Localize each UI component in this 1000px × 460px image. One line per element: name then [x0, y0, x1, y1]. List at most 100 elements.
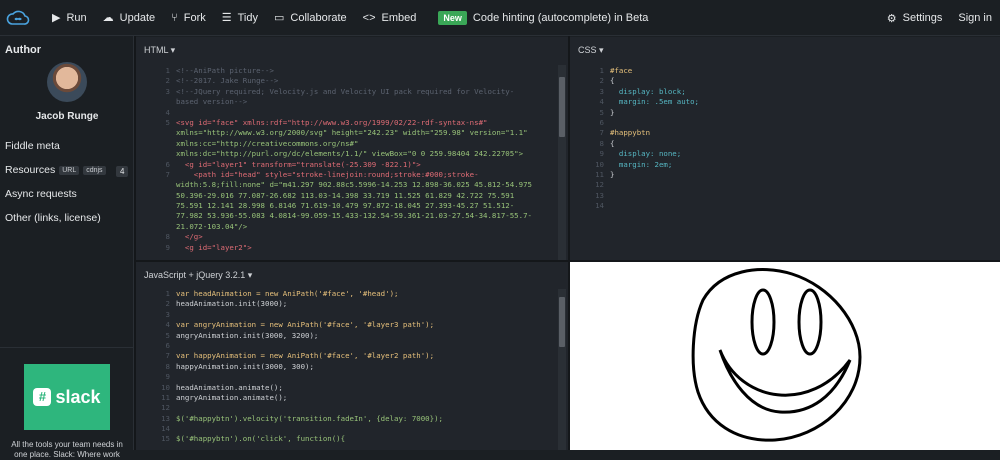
js-line-number: 2 [165, 299, 170, 309]
html-scrollbar[interactable] [558, 65, 566, 260]
sponsor-ad[interactable]: # slack All the tools your team needs in… [0, 347, 134, 459]
result-preview[interactable] [570, 262, 1000, 450]
slack-logo[interactable]: # slack [24, 364, 110, 430]
play-icon: ▶ [52, 12, 61, 24]
html-code-line: <!--JQuery required; Velocity.js and Vel… [176, 86, 515, 96]
html-code-editor[interactable]: <!--AniPath picture--> <!--2017. Jake Run… [176, 66, 556, 256]
html-line-number [136, 222, 170, 232]
sidebar-item-resources[interactable]: Resources URL cdnjs [5, 164, 106, 176]
author-heading: Author [5, 44, 42, 56]
sign-in-link[interactable]: Sign in [958, 12, 992, 24]
embed-button[interactable]: <> Embed [363, 12, 417, 24]
chat-bubble-icon: ▭ [274, 12, 285, 24]
js-editor-pane: JavaScript + jQuery 3.2.1 ▾ 1 2 3 4 5 6 7 8 9 10 1… [136, 262, 568, 450]
css-line-number: 1 [599, 66, 604, 75]
html-line-number [136, 149, 170, 159]
js-code-editor[interactable]: var headAnimation = new AniPath('#face',… [176, 289, 556, 449]
js-pane-title[interactable]: JavaScript + jQuery 3.2.1 ▾ [136, 262, 568, 286]
js-code-line: var happyAnimation = new AniPath('#face'… [176, 351, 435, 361]
js-line-number: 7 [165, 351, 170, 361]
run-button[interactable]: ▶ Run [52, 11, 87, 25]
cdnjs-chip: cdnjs [83, 165, 106, 175]
css-code-line: display: none; [610, 149, 682, 159]
js-line-number: 6 [165, 340, 170, 350]
sidebar-item-async-requests[interactable]: Async requests [5, 188, 77, 200]
html-code-line: <path id="head" style="stroke-linejoin:r… [176, 169, 479, 179]
html-code-line: </g> [176, 232, 203, 242]
html-code-line: based version--> [176, 97, 248, 107]
html-line-number: 9 [165, 242, 170, 252]
code-brackets-icon: <> [362, 11, 376, 24]
html-code-line: <svg id="face" xmlns:rdf="http://www.w3.… [176, 117, 488, 127]
css-code-line: { [610, 76, 615, 86]
css-code-editor[interactable]: #face{ display: block; margin: .5em auto… [610, 66, 990, 256]
author-name[interactable]: Jacob Runge [0, 111, 134, 122]
avatar[interactable] [47, 62, 87, 102]
js-code-line: var angryAnimation = new AniPath('#face'… [176, 320, 435, 330]
resources-count-badge: 4 [116, 166, 129, 177]
html-pane-title[interactable]: HTML ▾ [136, 37, 568, 61]
js-line-number: 4 [165, 320, 170, 330]
css-line-number: 9 [599, 149, 604, 159]
html-code-line: xmlns:dc="http://purl.org/dc/elements/1.… [176, 149, 524, 159]
js-line-number: 10 [161, 382, 170, 392]
js-line-number: 11 [161, 392, 170, 402]
sidebar-item-fiddle-meta[interactable]: Fiddle meta [5, 140, 60, 152]
js-code-line: headAnimation.init(3000); [176, 299, 288, 309]
settings-button[interactable]: ⚙ Settings [887, 12, 943, 25]
css-code-line: } [610, 107, 615, 117]
css-line-number: 3 [599, 86, 604, 96]
css-line-number: 14 [595, 201, 604, 211]
html-line-number: 3 [165, 86, 170, 96]
js-line-number: 13 [161, 413, 170, 423]
smiley-face-drawing [691, 268, 862, 442]
html-code-line [176, 108, 556, 118]
js-line-number: 12 [161, 403, 170, 413]
js-code-line: angryAnimation.init(3000, 3200); [176, 330, 319, 340]
js-code-line [176, 403, 556, 413]
css-line-number: 2 [599, 76, 604, 86]
tidy-button[interactable]: ☰ Tidy [222, 11, 258, 25]
html-code-line: <!--2017. Jake Runge--> [176, 76, 279, 86]
html-code-line: <g id="layer2"> [176, 242, 252, 252]
js-code-line [176, 372, 556, 382]
html-line-number: 8 [165, 232, 170, 242]
css-code-line: #happybtn [610, 128, 651, 138]
js-line-number: 14 [161, 424, 170, 434]
css-code-line: } [610, 169, 615, 179]
html-line-number [136, 180, 170, 190]
js-scroll-thumb[interactable] [559, 297, 565, 347]
slack-hash-icon: # [33, 388, 52, 406]
js-line-number: 3 [165, 309, 170, 319]
html-line-number: 1 [165, 66, 170, 75]
js-code-line: $('#happybtn').on('click', function(){ [176, 434, 346, 444]
js-line-number: 1 [165, 289, 170, 298]
css-pane-title[interactable]: CSS ▾ [570, 37, 1000, 61]
html-code-line: 75.591 12.141 28.998 6.8146 71.619-10.47… [176, 201, 515, 211]
css-code-line: { [610, 138, 615, 148]
html-code-line: width:5.8;fill:none" d="m41.297 902.88c5… [176, 180, 532, 190]
html-line-number [136, 139, 170, 149]
html-line-numbers: 123 45 67 89 [136, 66, 170, 256]
html-code-line: <!--AniPath picture--> [176, 66, 274, 75]
sidebar-item-other[interactable]: Other (links, license) [5, 212, 101, 224]
fork-button[interactable]: ⑂ Fork [171, 12, 206, 24]
css-line-number: 5 [599, 107, 604, 117]
html-line-number [136, 201, 170, 211]
html-scroll-thumb[interactable] [559, 77, 565, 137]
js-code-line: angryAnimation.animate(); [176, 392, 288, 402]
html-code-line: <g id="layer1" transform="translate(-25.… [176, 159, 421, 169]
css-code-line [610, 201, 990, 211]
css-line-number: 6 [599, 117, 604, 127]
jsfiddle-logo-icon[interactable] [0, 0, 36, 36]
beta-announcement-link[interactable]: Code hinting (autocomplete) in Beta [473, 12, 649, 24]
collaborate-button[interactable]: ▭ Collaborate [274, 11, 347, 25]
html-line-number: 7 [165, 169, 170, 179]
update-button[interactable]: ☁ Update [102, 11, 155, 25]
cloud-upload-icon: ☁ [102, 12, 114, 24]
html-line-number: 2 [165, 76, 170, 86]
js-scrollbar[interactable] [558, 289, 566, 450]
css-line-number: 10 [595, 159, 604, 169]
sidebar: Author Jacob Runge Fiddle meta Resources… [0, 36, 134, 459]
html-code-line: xmlns="http://www.w3.org/2000/svg" heigh… [176, 128, 528, 138]
